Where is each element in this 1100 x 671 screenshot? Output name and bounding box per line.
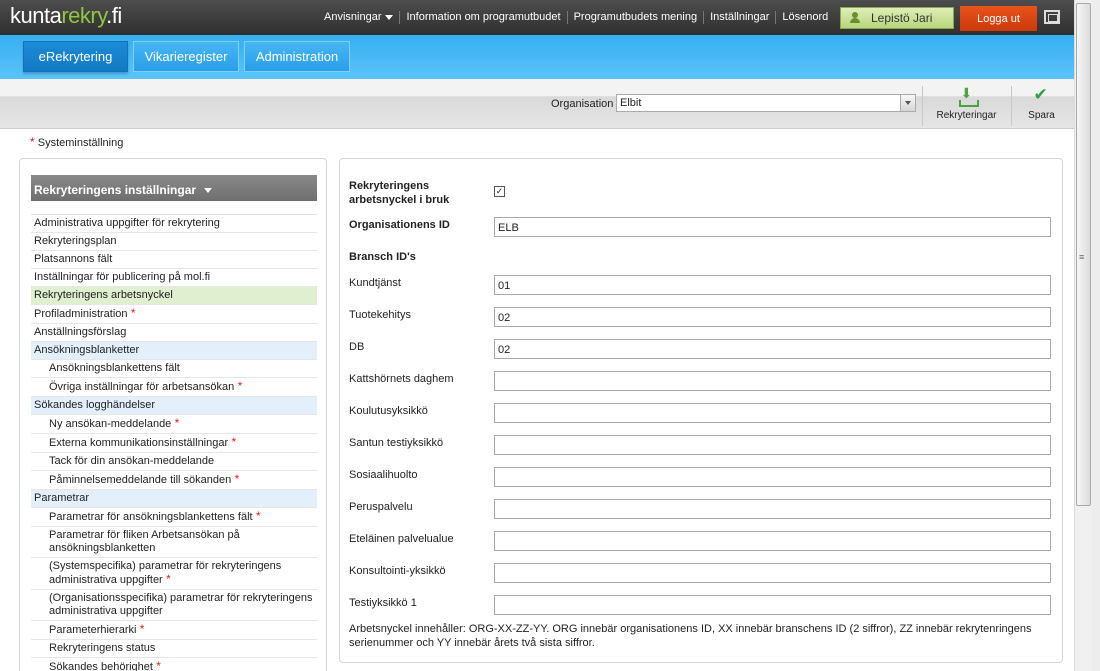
top-nav: Anvisningar Information om programutbude… [318, 0, 834, 35]
logout-button[interactable]: Logga ut [960, 6, 1037, 31]
required-star: * [127, 306, 136, 320]
chevron-down-icon [385, 14, 394, 20]
key-in-use-checkbox[interactable]: ✓ [494, 186, 505, 197]
tab-vikarieregister[interactable]: Vikarieregister [133, 41, 239, 72]
sidebar-item[interactable]: Rekryteringsplan [31, 233, 317, 251]
branch-id-input[interactable]: 02 [494, 307, 1051, 327]
org-id-input[interactable]: ELB [494, 217, 1051, 237]
save-button[interactable]: Spara [1011, 85, 1071, 126]
branch-id-input[interactable]: 01 [494, 275, 1051, 295]
branch-label: Kattshörnets daghem [349, 373, 454, 385]
user-name: Lepistö Jari [871, 11, 933, 25]
required-star: * [162, 572, 171, 586]
sidebar-item[interactable]: Externa kommunikationsinställningar * [31, 434, 317, 453]
branch-id-input[interactable] [494, 499, 1051, 519]
branch-id-input[interactable] [494, 371, 1051, 391]
sidebar-item[interactable]: (Organisationsspecifika) parametrar för … [31, 590, 317, 621]
sidebar-item[interactable]: Parametrar för fliken Arbetsansökan på a… [31, 527, 317, 558]
nav-information[interactable]: Information om programutbudet [399, 11, 566, 24]
key-format-note: Arbetsnyckel innehåller: ORG-XX-ZZ-YY. O… [349, 623, 1032, 649]
branch-id-input[interactable] [494, 595, 1051, 615]
required-star: * [252, 509, 261, 523]
user-icon [849, 12, 861, 24]
sidebar-item[interactable]: Profiladministration * [31, 305, 317, 324]
tab-administration[interactable]: Administration [244, 41, 350, 72]
tab-erekrytering[interactable]: eRekrytering [23, 41, 128, 72]
logo[interactable]: kuntarekry.fi [10, 3, 122, 29]
bransch-heading: Bransch ID's [349, 251, 416, 263]
branch-id-input[interactable]: 02 [494, 339, 1051, 359]
nav-losenord[interactable]: Lösenord [775, 11, 834, 24]
branch-label: Eteläinen palvelualue [349, 533, 454, 545]
sidebar-item[interactable]: Parametrar [31, 490, 317, 508]
sidebar-item[interactable]: (Systemspecifika) parametrar för rekryte… [31, 558, 317, 590]
main-tab-bar: eRekrytering Vikarieregister Administrat… [0, 35, 1074, 79]
download-icon [957, 85, 979, 107]
branch-label: Peruspalvelu [349, 501, 413, 513]
branch-label: Tuotekehitys [349, 309, 411, 321]
scroll-grip-icon: ≡ [1079, 252, 1085, 262]
sidebar-menu: Administrativa uppgifter för rekrytering… [31, 214, 317, 671]
sidebar-item[interactable]: Parameterhierarki * [31, 621, 317, 640]
required-star: * [234, 379, 243, 393]
chevron-down-icon [204, 188, 213, 194]
branch-id-input[interactable] [494, 531, 1051, 551]
rekryteringar-button[interactable]: Rekryteringar [922, 85, 1010, 126]
sidebar-item[interactable]: Tack för din ansökan-meddelande [31, 453, 317, 471]
required-star: * [231, 472, 240, 486]
required-star: * [30, 135, 35, 149]
branch-label: Konsultointi-yksikkö [349, 565, 446, 577]
org-id-label: Organisationens ID [349, 219, 450, 231]
required-star: * [171, 416, 180, 430]
branch-label: Kundtjänst [349, 277, 401, 289]
sidebar-item[interactable]: Ansökningsblankettens fält [31, 360, 317, 378]
sidebar-item[interactable]: Ny ansökan-meddelande * [31, 415, 317, 434]
branch-label: Koulutusyksikkö [349, 405, 428, 417]
sidebar-item[interactable]: Ansökningsblanketter [31, 342, 317, 360]
branch-label: Sosiaalihuolto [349, 469, 418, 481]
checkmark-icon [1032, 85, 1052, 106]
branch-id-input[interactable] [494, 467, 1051, 487]
organisation-value: Elbit [620, 97, 642, 109]
sidebar-item[interactable]: Rekryteringens status [31, 640, 317, 658]
sidebar-item[interactable]: Parametrar för ansökningsblankettens fäl… [31, 508, 317, 527]
sidebar-title[interactable]: Rekryteringens inställningar [31, 175, 317, 201]
sidebar-item[interactable]: Övriga inställningar för arbetsansökan * [31, 378, 317, 397]
sidebar-item[interactable]: Sökandes logghändelser [31, 397, 317, 415]
system-setting-note: * Systeminställning [30, 135, 124, 149]
key-in-use-label: Rekryteringens arbetsnyckel i bruk [349, 180, 450, 206]
branch-label: Santun testiyksikkö [349, 437, 444, 449]
branch-label: Testiyksikkö 1 [349, 597, 417, 609]
branch-id-input[interactable] [494, 563, 1051, 583]
required-star: * [152, 659, 161, 671]
sidebar-item[interactable]: Administrativa uppgifter för rekrytering [31, 215, 317, 233]
required-star: * [228, 435, 237, 449]
organisation-select[interactable]: Elbit [616, 94, 916, 112]
branch-label: DB [349, 341, 365, 353]
sidebar-item[interactable]: Påminnelsemeddelande till sökanden * [31, 471, 317, 490]
required-star: * [136, 622, 145, 636]
settings-sidebar: Rekryteringens inställningar Administrat… [19, 158, 327, 671]
nav-anvisningar[interactable]: Anvisningar [318, 11, 399, 24]
organisation-label: Organisation [551, 98, 614, 110]
sidebar-item[interactable]: Platsannons fält [31, 251, 317, 269]
chevron-down-icon [900, 95, 915, 111]
nav-programutbudets-mening[interactable]: Programutbudets mening [566, 11, 704, 24]
sidebar-item[interactable]: Sökandes behörighet * [31, 658, 317, 671]
sidebar-item[interactable]: Inställningar för publicering på mol.fi [31, 269, 317, 287]
sidebar-item[interactable]: Anställningsförslag [31, 324, 317, 342]
user-button[interactable]: Lepistö Jari [840, 7, 954, 29]
nav-installningar[interactable]: Inställningar [703, 11, 775, 24]
fullscreen-icon[interactable] [1044, 10, 1060, 24]
branch-id-input[interactable] [494, 403, 1051, 423]
branch-id-input[interactable] [494, 435, 1051, 455]
sidebar-item[interactable]: Rekryteringens arbetsnyckel [31, 287, 317, 305]
top-header: kuntarekry.fi Anvisningar Information om… [0, 0, 1074, 35]
